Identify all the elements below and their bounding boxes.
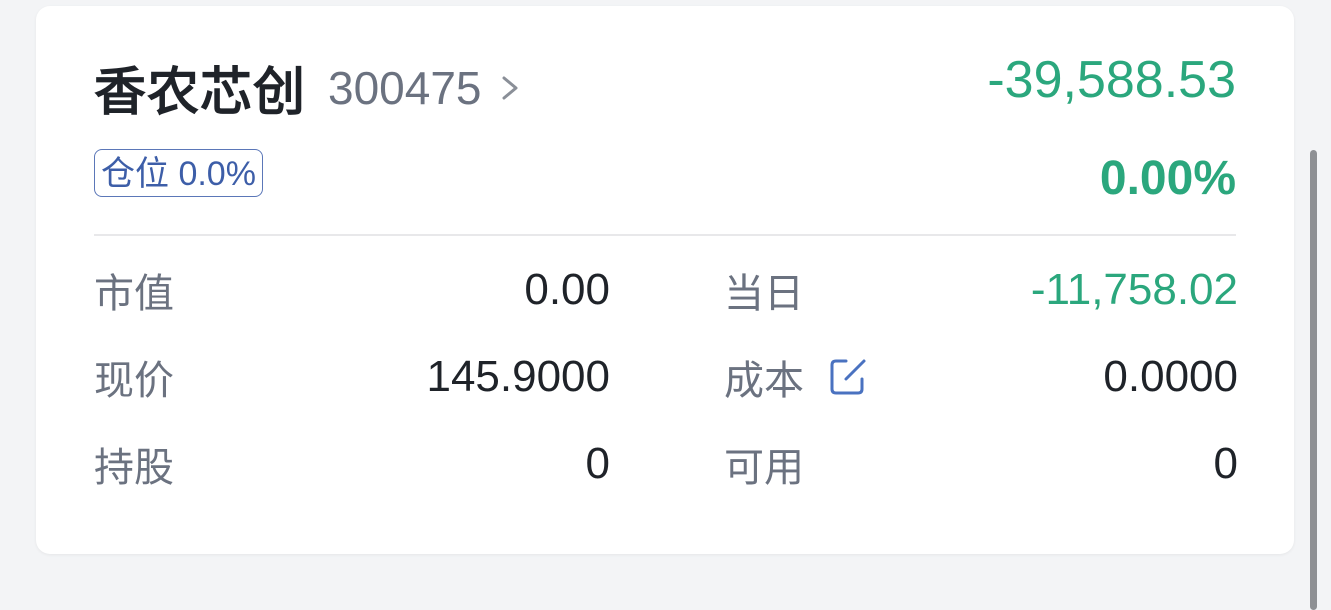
position-badge: 仓位 0.0%: [94, 149, 263, 197]
holding-card[interactable]: 香农芯创 300475 -39,588.53 仓位 0.0% 0.00% 市值 …: [36, 6, 1294, 554]
daily-label: 当日: [724, 272, 804, 316]
stock-name: 香农芯创: [94, 64, 307, 122]
chevron-right-icon[interactable]: [496, 70, 524, 106]
stock-code[interactable]: 300475: [328, 61, 482, 115]
stock-header[interactable]: 香农芯创 300475: [94, 50, 524, 125]
shares-label: 持股: [94, 446, 174, 490]
stat-available: 可用 0: [724, 434, 1238, 494]
price-value: 145.9000: [426, 352, 610, 401]
available-label: 可用: [724, 446, 804, 490]
daily-pnl: -11,758.02: [1030, 265, 1238, 314]
price-label: 现价: [94, 359, 174, 403]
stat-daily: 当日 -11,758.02: [724, 260, 1238, 320]
edit-icon[interactable]: [826, 355, 870, 399]
market-value: 0.00: [524, 265, 610, 314]
stat-cost: 成本 0.0000: [724, 347, 1238, 407]
total-pnl: -39,588.53: [987, 51, 1236, 109]
shares-value: 0: [585, 439, 610, 488]
stat-price: 现价 145.9000: [94, 347, 610, 407]
available-value: 0: [1213, 439, 1238, 488]
divider: [94, 234, 1236, 236]
stat-shares: 持股 0: [94, 434, 610, 494]
cost-label: 成本: [724, 359, 804, 403]
cost-value: 0.0000: [1103, 352, 1238, 401]
market-value-label: 市值: [94, 272, 174, 316]
scrollbar[interactable]: [1310, 150, 1317, 610]
stat-market-value: 市值 0.00: [94, 260, 610, 320]
pnl-ratio: 0.00%: [1099, 152, 1236, 205]
